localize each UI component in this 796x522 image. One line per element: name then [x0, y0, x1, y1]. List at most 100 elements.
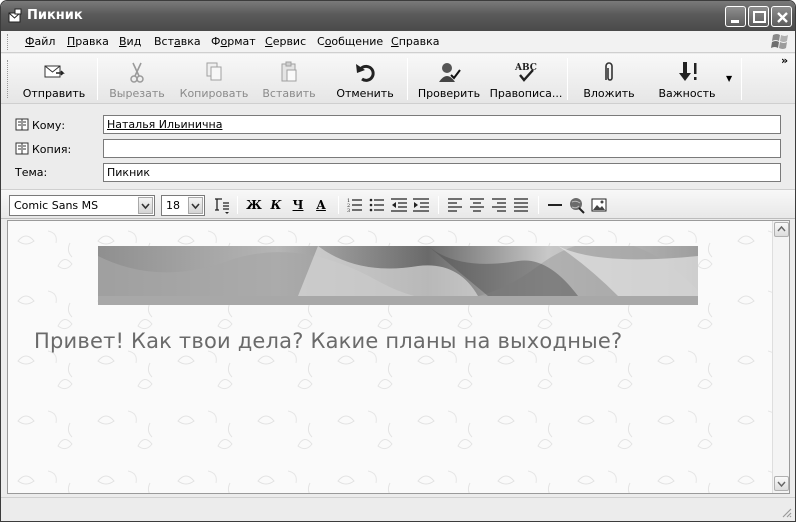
paste-icon — [281, 61, 297, 82]
menu-message[interactable]: Сообщение — [317, 35, 383, 48]
resize-grip-icon[interactable] — [780, 506, 792, 518]
align-left-icon — [448, 198, 462, 212]
menu-insert[interactable]: Вставка — [154, 35, 201, 48]
to-row: Кому: Наталья Ильинична — [1, 114, 795, 136]
spelling-check-icon: ABC — [514, 63, 537, 82]
paragraph-style-button[interactable] — [211, 195, 231, 215]
bullet-list-button[interactable] — [367, 195, 387, 215]
to-label[interactable]: Кому: — [15, 118, 65, 132]
menu-edit[interactable]: Правка — [67, 35, 109, 48]
close-icon — [777, 12, 788, 23]
toolbar-separator — [567, 58, 568, 100]
send-icon — [44, 65, 65, 78]
insert-picture-button[interactable] — [589, 195, 609, 215]
decrease-indent-icon — [391, 198, 407, 212]
message-window: Пикник Файл Правка Вид Вставка Формат Се… — [0, 0, 796, 522]
windows-logo-icon — [771, 34, 788, 49]
message-body-editor[interactable]: Привет! Как твои дела? Какие планы на вы… — [7, 220, 790, 494]
decrease-indent-button[interactable] — [389, 195, 409, 215]
message-body-text[interactable]: Привет! Как твои дела? Какие планы на вы… — [34, 329, 622, 353]
format-separator — [338, 196, 339, 214]
copy-icon — [206, 62, 222, 81]
scissors-icon — [130, 62, 144, 83]
vertical-scrollbar[interactable] — [772, 221, 789, 493]
main-toolbar: Отправить Вырезать Копировать Вставить О… — [1, 54, 795, 104]
align-right-icon — [492, 198, 506, 212]
priority-icon — [679, 62, 697, 81]
menu-help[interactable]: Справка — [391, 35, 439, 48]
status-bar — [1, 497, 795, 521]
toolbar-more-chevron[interactable]: » — [781, 54, 788, 67]
underline-button[interactable]: Ч — [288, 195, 308, 215]
bullet-list-icon — [369, 198, 384, 212]
toolbar-separator — [97, 58, 98, 100]
priority-button[interactable]: Важность — [649, 54, 725, 104]
justify-button[interactable] — [511, 195, 531, 215]
scroll-down-button[interactable] — [774, 476, 789, 491]
italic-button[interactable]: К — [266, 195, 286, 215]
title-bar[interactable]: Пикник — [1, 1, 795, 31]
menu-view[interactable]: Вид — [119, 35, 141, 48]
format-separator — [237, 196, 238, 214]
toolbar-separator — [741, 58, 742, 100]
chevron-down-icon — [777, 481, 786, 488]
address-book-icon — [15, 142, 29, 155]
to-field[interactable]: Наталья Ильинична — [103, 115, 781, 134]
chevron-up-icon — [777, 225, 786, 232]
svg-text:3: 3 — [347, 208, 350, 214]
format-toolbar: Comic Sans MS 18 Ж К Ч А 123 — [1, 189, 795, 219]
menu-bar: Файл Правка Вид Вставка Формат Сервис Со… — [1, 31, 795, 53]
scroll-up-button[interactable] — [774, 222, 789, 237]
cc-label[interactable]: Копия: — [15, 142, 71, 156]
paste-button[interactable]: Вставить — [255, 54, 323, 104]
increase-indent-button[interactable] — [411, 195, 431, 215]
horizontal-line-icon — [548, 204, 562, 206]
picture-icon — [591, 198, 607, 212]
insert-link-button[interactable] — [567, 195, 587, 215]
svg-text:ABC: ABC — [514, 63, 537, 73]
numbered-list-button[interactable]: 123 — [345, 195, 365, 215]
format-separator — [438, 196, 439, 214]
close-button[interactable] — [771, 6, 792, 27]
check-names-button[interactable]: Проверить — [411, 54, 487, 104]
cc-row: Копия: — [1, 138, 795, 160]
globe-link-icon — [570, 198, 585, 214]
undo-icon — [356, 64, 375, 82]
menu-file[interactable]: Файл — [25, 35, 55, 48]
font-name-select[interactable]: Comic Sans MS — [9, 195, 155, 216]
attach-button[interactable]: Вложить — [573, 54, 645, 104]
message-headers: Кому: Наталья Ильинична Копия: Тема: Пик… — [1, 105, 795, 187]
chevron-down-icon[interactable] — [188, 197, 203, 214]
subject-label: Тема: — [15, 166, 48, 179]
stationery-banner-image — [98, 246, 698, 305]
align-center-icon — [470, 198, 484, 212]
subject-row: Тема: Пикник — [1, 162, 795, 184]
horizontal-line-button[interactable] — [545, 195, 565, 215]
copy-button[interactable]: Копировать — [177, 54, 251, 104]
cc-field[interactable] — [103, 139, 781, 158]
new-message-icon — [8, 8, 22, 23]
align-right-button[interactable] — [489, 195, 509, 215]
spelling-button[interactable]: ABC Правописа... — [489, 54, 563, 104]
bold-button[interactable]: Ж — [244, 195, 264, 215]
toolbar-separator — [407, 58, 408, 100]
paperclip-icon — [605, 62, 613, 81]
undo-button[interactable]: Отменить — [327, 54, 403, 104]
send-button[interactable]: Отправить — [15, 54, 93, 104]
font-size-select[interactable]: 18 — [161, 195, 205, 216]
paragraph-style-icon — [215, 198, 229, 214]
maximize-button[interactable] — [748, 6, 769, 27]
menu-format[interactable]: Формат — [211, 35, 256, 48]
cut-button[interactable]: Вырезать — [101, 54, 173, 104]
align-center-button[interactable] — [467, 195, 487, 215]
chevron-down-icon[interactable] — [138, 197, 153, 214]
menu-tools[interactable]: Сервис — [265, 35, 306, 48]
subject-field[interactable]: Пикник — [103, 163, 781, 182]
align-left-button[interactable] — [445, 195, 465, 215]
priority-dropdown-arrow-icon[interactable]: ▼ — [726, 74, 732, 83]
maximize-icon — [753, 11, 766, 23]
minimize-button[interactable] — [725, 6, 746, 27]
menu-grip[interactable] — [7, 34, 10, 50]
toolbar-grip[interactable] — [7, 60, 10, 98]
font-color-button[interactable]: А — [311, 195, 331, 215]
